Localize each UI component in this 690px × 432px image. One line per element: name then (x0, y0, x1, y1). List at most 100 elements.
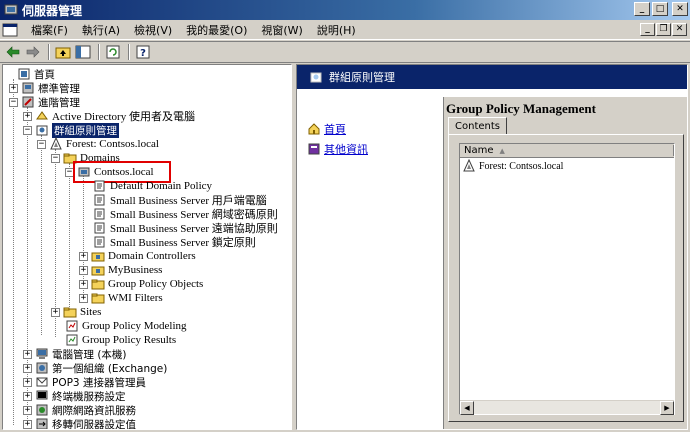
console-tree-pane[interactable]: 首頁 + 標準管理 − 進階管理 + Active Directory 使用者及… (2, 64, 292, 430)
contents-tab-panel: Name ▲ Forest: Contsos.local ◀ ▶ (448, 134, 684, 422)
expand-toggle[interactable]: + (9, 83, 18, 93)
inner-minimize-button[interactable]: _ (640, 23, 655, 36)
expand-toggle[interactable]: + (23, 377, 32, 387)
gpo-link-icon (94, 180, 105, 192)
tree-node-gp-modeling[interactable]: Group Policy Modeling (65, 319, 187, 333)
expand-toggle[interactable]: + (23, 405, 32, 415)
forward-button[interactable] (24, 43, 42, 61)
expand-toggle[interactable]: + (23, 363, 32, 373)
gpo-link-icon (94, 222, 105, 234)
tree-node-standard-management[interactable]: + 標準管理 (9, 81, 80, 95)
gpo-link-icon (94, 236, 105, 248)
listview-header: Name ▲ (460, 144, 674, 158)
column-header-name[interactable]: Name ▲ (464, 145, 674, 156)
forest-icon (463, 159, 475, 172)
tree-node-home[interactable]: 首頁 (5, 67, 55, 81)
tree-node-exchange[interactable]: + 第一個組織 (Exchange) (23, 361, 167, 375)
list-item-forest[interactable]: Forest: Contsos.local (462, 159, 563, 173)
tree-node-computer-management[interactable]: + 電腦管理 (本機) (23, 347, 127, 361)
tree-node-terminal-services[interactable]: + 終端機服務設定 (23, 389, 126, 403)
tree-node-domain-controllers[interactable]: + Domain Controllers (79, 249, 196, 263)
exchange-icon (36, 362, 48, 374)
back-button[interactable] (4, 43, 22, 61)
contents-listview[interactable]: Name ▲ Forest: Contsos.local ◀ ▶ (459, 143, 675, 415)
tree-node-sbs-remote-assistance[interactable]: Small Business Server 遠端協助原則 (93, 221, 278, 235)
expand-toggle[interactable]: + (79, 251, 88, 261)
expand-toggle[interactable]: + (23, 419, 32, 429)
tree-node-migrate-settings[interactable]: + 移轉伺服器設定值 (23, 417, 136, 429)
tree-node-sites[interactable]: + Sites (51, 305, 101, 319)
standard-management-icon (22, 82, 34, 94)
menu-action[interactable]: 執行(A) (75, 22, 127, 38)
tree-node-advanced-management[interactable]: − 進階管理 (9, 95, 80, 109)
collapse-toggle[interactable]: − (51, 153, 60, 163)
tree-node-forest[interactable]: − Forest: Contsos.local (37, 137, 159, 151)
book-icon (308, 143, 320, 155)
gpo-folder-icon (91, 279, 105, 290)
scroll-right-button[interactable]: ▶ (660, 401, 674, 415)
computer-icon (36, 348, 48, 359)
iis-icon (36, 404, 48, 416)
collapse-toggle[interactable]: − (9, 97, 18, 107)
expand-toggle[interactable]: + (51, 307, 60, 317)
expand-toggle[interactable]: + (79, 279, 88, 289)
migrate-icon (36, 418, 48, 429)
tree-node-pop3[interactable]: + POP3 連接器管理員 (23, 375, 146, 389)
expand-toggle[interactable]: + (23, 349, 32, 359)
horizontal-scrollbar[interactable]: ◀ ▶ (460, 400, 674, 415)
window-title: 伺服器管理 (22, 3, 83, 18)
svg-text:?: ? (140, 48, 146, 59)
active-directory-icon (36, 111, 48, 120)
window-titlebar[interactable]: 伺服器管理 _ □ ✕ (0, 0, 690, 20)
console-window-icon[interactable] (2, 22, 18, 38)
tree-node-mybusiness[interactable]: + MyBusiness (79, 263, 162, 277)
group-policy-icon (36, 125, 48, 136)
maximize-button[interactable]: □ (652, 2, 668, 16)
close-button[interactable]: ✕ (672, 2, 688, 16)
wmi-folder-icon (91, 293, 105, 304)
expand-toggle[interactable]: + (79, 293, 88, 303)
expand-toggle[interactable]: + (79, 265, 88, 275)
tree-node-group-policy-objects[interactable]: + Group Policy Objects (79, 277, 203, 291)
collapse-toggle[interactable]: − (23, 125, 32, 135)
tree-node-iis[interactable]: + 網際網路資訊服務 (23, 403, 136, 417)
help-button[interactable]: ? (134, 43, 152, 61)
tree-node-wmi-filters[interactable]: + WMI Filters (79, 291, 163, 305)
tab-contents[interactable]: Contents (448, 117, 507, 135)
tree-node-sbs-lockout-policy[interactable]: Small Business Server 鎖定原則 (93, 235, 256, 249)
scroll-left-button[interactable]: ◀ (460, 401, 474, 415)
tree-node-default-domain-policy[interactable]: Default Domain Policy (93, 179, 212, 193)
arrow-left-icon (6, 46, 20, 58)
menu-window[interactable]: 視窗(W) (254, 22, 309, 38)
tree-node-sbs-password-policy[interactable]: Small Business Server 網域密碼原則 (93, 207, 278, 221)
tree-node-ad-users-computers[interactable]: + Active Directory 使用者及電腦 (23, 109, 195, 123)
details-pane: 群組原則管理 首頁 其他資訊 Group Policy Management C… (296, 64, 688, 430)
sort-ascending-icon: ▲ (499, 146, 505, 155)
tree-node-sbs-client-computers[interactable]: Small Business Server 用戶端電腦 (93, 193, 267, 207)
details-header: 群組原則管理 (297, 65, 687, 89)
menu-bar: 檔案(F) 執行(A) 檢視(V) 我的最愛(O) 視窗(W) 說明(H) _ … (0, 20, 690, 40)
refresh-button[interactable] (104, 43, 122, 61)
menu-file[interactable]: 檔案(F) (24, 22, 75, 38)
home-link[interactable]: 首頁 (307, 121, 346, 137)
expand-toggle[interactable]: + (23, 111, 32, 121)
inner-close-button[interactable]: ✕ (672, 23, 687, 36)
group-policy-icon (310, 72, 322, 83)
inner-restore-button[interactable]: ❐ (656, 23, 671, 36)
refresh-icon (106, 45, 120, 59)
tree-node-gp-results[interactable]: Group Policy Results (65, 333, 176, 347)
up-one-level-button[interactable] (54, 43, 72, 61)
arrow-right-icon (26, 46, 40, 58)
collapse-toggle[interactable]: − (37, 139, 46, 149)
tree-node-group-policy-management[interactable]: − 群組原則管理 (23, 122, 119, 138)
more-info-link[interactable]: 其他資訊 (307, 141, 368, 157)
show-hide-tree-button[interactable] (74, 43, 92, 61)
toolbar-separator (48, 44, 50, 60)
menu-view[interactable]: 檢視(V) (127, 22, 179, 38)
expand-toggle[interactable]: + (23, 391, 32, 401)
menu-favorites[interactable]: 我的最愛(O) (179, 22, 254, 38)
folder-up-icon (55, 47, 71, 59)
toolbar: ? (0, 41, 690, 63)
menu-help[interactable]: 說明(H) (310, 22, 363, 38)
minimize-button[interactable]: _ (634, 2, 650, 16)
